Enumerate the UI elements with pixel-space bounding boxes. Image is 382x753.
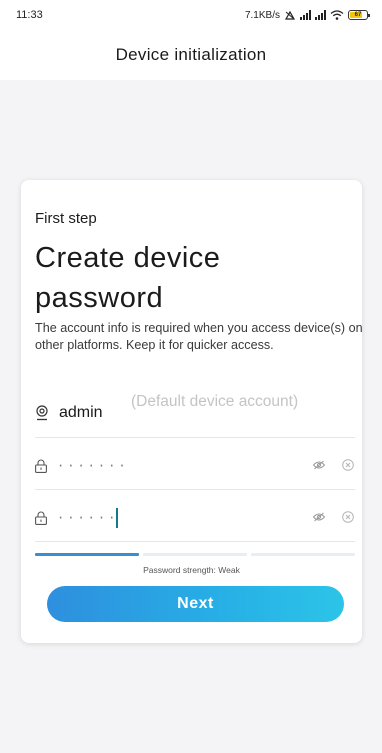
strength-segment <box>251 553 355 556</box>
webcam-icon <box>36 405 48 421</box>
strength-segment <box>35 553 139 556</box>
next-button[interactable]: Next <box>47 586 344 622</box>
password-strength-label: Password strength: Weak <box>143 565 240 575</box>
strength-segment <box>143 553 247 556</box>
step-label: First step <box>35 210 97 227</box>
confirm-password-value: ······ <box>57 511 119 525</box>
page-header: Device initialization <box>0 30 382 80</box>
cell-signal-2-icon <box>315 10 326 20</box>
wifi-icon <box>330 10 344 20</box>
confirm-password-input[interactable]: ······ <box>57 508 119 528</box>
battery-level: 67 <box>354 12 362 18</box>
clear-icon[interactable] <box>342 459 354 471</box>
status-bar: 11:33 7.1KB/s 67 <box>0 0 382 30</box>
lock-icon <box>35 511 47 525</box>
eye-off-icon[interactable] <box>313 460 325 470</box>
card-title: Create device password <box>35 242 221 314</box>
page-title: Device initialization <box>115 45 267 64</box>
password-input[interactable]: ······· <box>57 456 129 476</box>
status-time: 11:33 <box>16 9 43 21</box>
status-indicators: 7.1KB/s 67 <box>244 9 370 21</box>
password-strength-bar <box>35 553 355 556</box>
network-speed: 7.1KB/s <box>244 9 280 21</box>
text-caret <box>116 508 119 528</box>
account-hint: (Default device account) <box>131 393 299 410</box>
cell-signal-icon <box>300 10 311 20</box>
lock-icon <box>35 459 47 473</box>
password-field[interactable]: ······· <box>35 442 355 490</box>
clear-icon[interactable] <box>342 511 354 523</box>
card-description: The account info is required when you ac… <box>35 321 363 352</box>
vpn-icon <box>284 10 296 20</box>
account-username: admin <box>59 404 103 421</box>
eye-off-icon[interactable] <box>313 512 325 522</box>
account-row: admin (Default device account) <box>35 390 355 438</box>
password-card: First step Create device password The ac… <box>21 180 363 643</box>
confirm-password-field[interactable]: ······ <box>35 494 355 542</box>
battery-icon: 67 <box>348 10 370 20</box>
